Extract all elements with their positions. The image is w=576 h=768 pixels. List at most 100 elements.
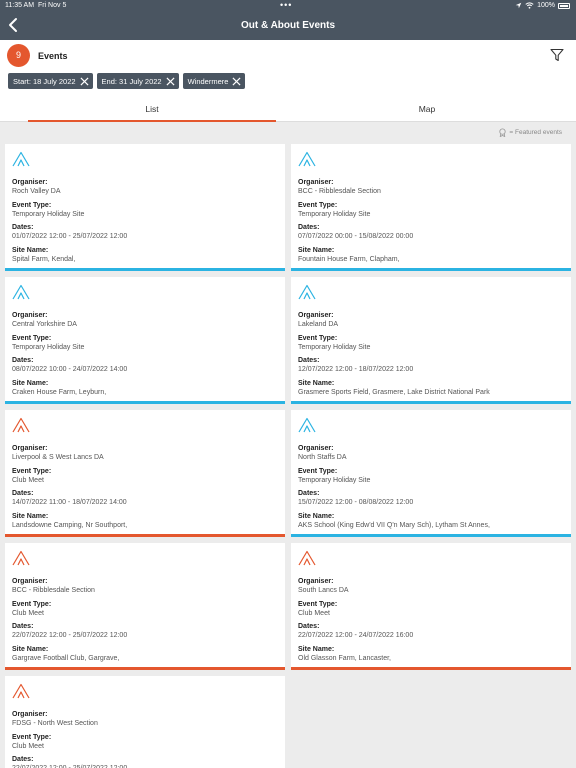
site-name-value: Old Glasson Farm, Lancaster, (298, 654, 391, 662)
site-name-label: Site Name: (298, 246, 335, 254)
status-bar: 11:35 AM Fri Nov 5 ••• 100% (0, 0, 576, 12)
site-name-value: Gargrave Football Club, Gargrave, (12, 654, 120, 662)
event-details: Organiser: Liverpool & S West Lancs DA Eve… (12, 444, 280, 534)
event-type-value: Club Meet (12, 476, 44, 484)
event-type-label: Event Type: (12, 201, 52, 209)
event-type-label: Event Type: (298, 600, 338, 608)
dates-value: 01/07/2022 12:00 - 25/07/2022 12:00 (12, 233, 128, 240)
site-name-value: AKS School (King Edw'd VII Q'n Mary Sch)… (298, 521, 490, 529)
dates-value: 22/07/2022 12:00 - 25/07/2022 12:00 (12, 764, 280, 768)
event-details: Organiser: Lakeland DA Event Type: Temporar… (298, 311, 566, 401)
dates-label: Dates: (12, 756, 34, 763)
event-card[interactable]: Organiser: Liverpool & S West Lancs DA Eve… (5, 410, 285, 537)
organiser-value: Central Yorkshire DA (12, 321, 77, 328)
site-name-value: Grasmere Sports Field, Grasmere, Lake Di… (298, 388, 490, 396)
dates-label: Dates: (12, 224, 34, 231)
event-card[interactable]: Organiser: Central Yorkshire DA Event Type… (5, 277, 285, 404)
organiser-value: FDSG - North West Section (12, 720, 98, 727)
view-tabs: List Map (0, 96, 576, 122)
dates-label: Dates: (298, 357, 320, 364)
dates-label: Dates: (298, 224, 320, 231)
filter-bar: 9 Events Start: 18 July 2022 End: 31 Jul… (0, 40, 576, 96)
event-type-label: Event Type: (298, 201, 338, 209)
tab-map[interactable]: Map (303, 104, 551, 114)
dates-label: Dates: (12, 490, 34, 497)
filter-icon[interactable] (550, 48, 564, 62)
tab-list[interactable]: List (28, 104, 276, 114)
site-name-label: Site Name: (12, 246, 49, 254)
event-details: Organiser: BCC - Ribblesdale Section Event… (298, 178, 566, 268)
tent-icon (12, 284, 30, 300)
organiser-label: Organiser: (12, 711, 48, 718)
event-type-label: Event Type: (12, 334, 52, 342)
dates-label: Dates: (12, 357, 34, 364)
event-card[interactable]: Organiser: Lakeland DA Event Type: Temporar… (291, 277, 571, 404)
page-title: Out & About Events (240, 20, 336, 31)
site-name-label: Site Name: (12, 645, 49, 653)
organiser-value: BCC - Ribblesdale Section (12, 587, 95, 594)
event-type-label: Event Type: (12, 467, 52, 475)
event-card[interactable]: Organiser: Roch Valley DA Event Type: Tempo… (5, 144, 285, 271)
site-name-label: Site Name: (12, 379, 49, 387)
event-type-value: Club Meet (298, 609, 330, 617)
battery-icon (558, 2, 570, 9)
organiser-value: Liverpool & S West Lancs DA (12, 454, 104, 461)
event-details: Organiser: Central Yorkshire DA Event Type… (12, 311, 280, 401)
dates-value: 07/07/2022 00:00 - 15/08/2022 00:00 (298, 233, 414, 240)
close-icon[interactable] (166, 76, 175, 86)
event-details: Organiser: Roch Valley DA Event Type: Tempo… (12, 178, 280, 268)
organiser-value: Lakeland DA (298, 321, 339, 328)
organiser-label: Organiser: (298, 445, 334, 452)
event-type-value: Club Meet (12, 609, 44, 617)
event-type-label: Event Type: (298, 467, 338, 475)
tent-icon (298, 284, 316, 300)
event-details: Organiser: South Lancs DA Event Type: Club … (298, 577, 566, 667)
close-icon[interactable] (232, 76, 241, 86)
event-details: Organiser: North Staffs DA Event Type: Temp… (298, 444, 566, 534)
event-type-label: Event Type: (12, 733, 52, 741)
event-type-value: Temporary Holiday Site (298, 343, 371, 351)
event-type-value: Temporary Holiday Site (12, 343, 85, 351)
featured-award-icon (499, 128, 507, 137)
event-card[interactable]: Organiser: North Staffs DA Event Type: Temp… (291, 410, 571, 537)
filter-chip-location[interactable]: Windermere (182, 73, 246, 89)
filter-chip-start[interactable]: Start: 18 July 2022 (8, 73, 93, 89)
event-details: Organiser: BCC - Ribblesdale Section Event… (12, 577, 280, 667)
event-type-label: Event Type: (298, 334, 338, 342)
organiser-value: North Staffs DA (298, 454, 347, 461)
nav-bar: Out & About Events (0, 12, 576, 40)
event-card[interactable]: Organiser: FDSG - North West Section Event… (5, 676, 285, 768)
site-name-label: Site Name: (298, 512, 335, 520)
organiser-label: Organiser: (12, 578, 48, 585)
active-tab-indicator (28, 120, 276, 122)
event-card[interactable]: Organiser: South Lancs DA Event Type: Club … (291, 543, 571, 670)
tent-icon (298, 417, 316, 433)
site-name-value: Craken House Farm, Leyburn, (12, 388, 107, 396)
site-name-label: Site Name: (12, 512, 49, 520)
multitasking-dots-icon: ••• (280, 0, 293, 10)
site-name-value: Spital Farm, Kendal, (12, 255, 76, 263)
battery-percent: 100% (537, 2, 555, 9)
site-name-label: Site Name: (298, 379, 335, 387)
event-type-value: Temporary Holiday Site (298, 476, 371, 484)
tent-icon (12, 550, 30, 566)
dates-value: 15/07/2022 12:00 - 08/08/2022 12:00 (298, 499, 414, 506)
event-details: Organiser: FDSG - North West Section Event… (12, 710, 280, 768)
site-name-label: Site Name: (298, 645, 335, 653)
dates-label: Dates: (12, 623, 34, 630)
site-name-value: Fountain House Farm, Clapham, (298, 255, 400, 263)
organiser-label: Organiser: (12, 445, 48, 452)
organiser-value: South Lancs DA (298, 587, 349, 594)
organiser-label: Organiser: (12, 312, 48, 319)
event-card[interactable]: Organiser: BCC - Ribblesdale Section Event… (291, 144, 571, 271)
close-icon[interactable] (80, 76, 89, 86)
filter-chip-end[interactable]: End: 31 July 2022 (96, 73, 179, 89)
organiser-label: Organiser: (298, 578, 334, 585)
event-type-value: Temporary Holiday Site (12, 210, 85, 218)
dates-value: 22/07/2022 12:00 - 25/07/2022 12:00 (12, 632, 128, 639)
event-card[interactable]: Organiser: BCC - Ribblesdale Section Event… (5, 543, 285, 670)
featured-legend: = Featured events (498, 128, 562, 137)
dates-value: 12/07/2022 12:00 - 18/07/2022 12:00 (298, 366, 414, 373)
tent-icon (298, 550, 316, 566)
event-type-value: Club Meet (12, 742, 44, 750)
